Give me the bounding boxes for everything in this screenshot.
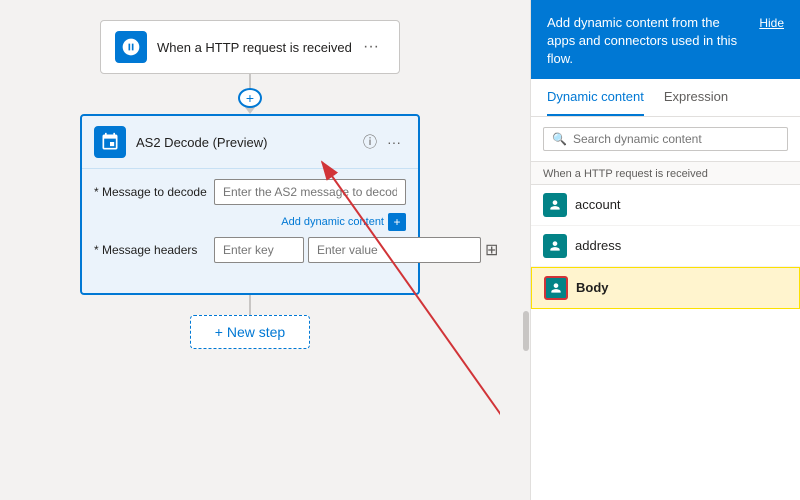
as2-more-button[interactable]: ··· [382, 132, 406, 152]
connector-line [249, 74, 251, 88]
as2-info-button[interactable]: ⓘ [358, 130, 382, 154]
message-to-decode-input[interactable] [214, 179, 406, 205]
as2-decode-icon [100, 132, 120, 152]
http-icon [121, 37, 141, 57]
main-canvas: When a HTTP request is received ··· + AS… [0, 0, 800, 500]
message-headers-label: * Message headers [94, 243, 214, 257]
panel-header-text: Add dynamic content from the apps and co… [547, 14, 749, 69]
flow-area: When a HTTP request is received ··· + AS… [0, 0, 500, 500]
search-icon: 🔍 [552, 132, 567, 146]
account-icon [548, 198, 562, 212]
panel-tabs: Dynamic content Expression [531, 79, 800, 117]
body-item-label: Body [576, 280, 609, 295]
address-icon [548, 239, 562, 253]
dynamic-content-panel: Add dynamic content from the apps and co… [530, 0, 800, 500]
message-headers-row: * Message headers ⊞ [94, 237, 406, 263]
as2-body: * Message to decode Add dynamic content … [82, 169, 418, 281]
trigger-more-button[interactable]: ··· [357, 36, 385, 58]
new-step-connector-line [249, 295, 251, 315]
header-key-input[interactable] [214, 237, 304, 263]
list-item[interactable]: account [531, 185, 800, 226]
trigger-block: When a HTTP request is received ··· [100, 20, 400, 74]
trigger-icon [115, 31, 147, 63]
dynamic-content-link-row: Add dynamic content + [94, 213, 406, 231]
scrollbar-track[interactable] [522, 310, 530, 490]
search-dynamic-content-input[interactable] [573, 132, 779, 146]
content-items-list: When a HTTP request is received account … [531, 161, 800, 500]
account-item-icon [543, 193, 567, 217]
section-label: When a HTTP request is received [531, 161, 800, 185]
as2-header: AS2 Decode (Preview) ⓘ ··· [82, 116, 418, 169]
as2-icon [94, 126, 126, 158]
body-icon [549, 281, 563, 295]
as2-title: AS2 Decode (Preview) [136, 135, 358, 150]
tab-dynamic-content[interactable]: Dynamic content [547, 79, 644, 116]
list-item[interactable]: address [531, 226, 800, 267]
tab-expression[interactable]: Expression [664, 79, 728, 116]
header-table-button[interactable]: ⊞ [485, 240, 498, 260]
trigger-title: When a HTTP request is received [157, 40, 357, 55]
as2-decode-block: AS2 Decode (Preview) ⓘ ··· * Message to … [80, 114, 420, 295]
dynamic-content-link[interactable]: Add dynamic content [281, 216, 384, 228]
dynamic-content-plus-button[interactable]: + [388, 213, 406, 231]
message-to-decode-label: * Message to decode [94, 185, 214, 199]
new-step-area: + New step [30, 295, 470, 349]
hide-panel-button[interactable]: Hide [759, 16, 784, 30]
scrollbar-thumb[interactable] [523, 311, 529, 351]
connector: + [30, 74, 470, 114]
list-item[interactable]: Body [531, 267, 800, 309]
new-step-button[interactable]: + New step [190, 315, 310, 349]
panel-header: Add dynamic content from the apps and co… [531, 0, 800, 79]
body-item-icon [544, 276, 568, 300]
address-item-icon [543, 234, 567, 258]
account-item-label: account [575, 197, 621, 212]
add-step-button[interactable]: + [238, 88, 262, 108]
header-value-input[interactable] [308, 237, 481, 263]
search-box: 🔍 [543, 127, 788, 151]
message-to-decode-row: * Message to decode [94, 179, 406, 205]
address-item-label: address [575, 238, 621, 253]
